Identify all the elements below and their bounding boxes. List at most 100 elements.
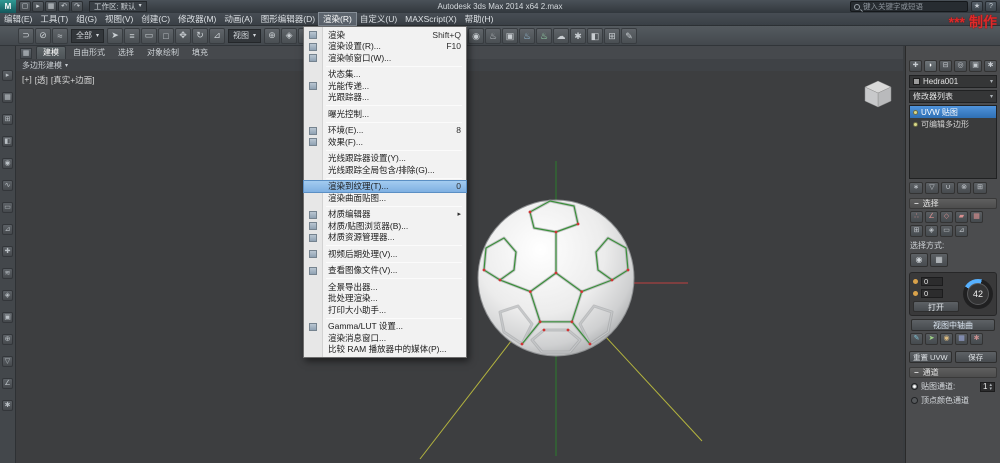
tab-display-icon[interactable]: ▣ [969, 60, 982, 72]
menubar-item-11[interactable]: 帮助(H) [461, 13, 498, 25]
modifier-stack-item-1[interactable]: 可编辑多边形 [910, 118, 996, 130]
app-logo-icon[interactable]: M [0, 0, 16, 13]
menubar-item-0[interactable]: 编辑(E) [0, 13, 36, 25]
paint-tool-icon-1[interactable]: ➤ [925, 333, 938, 345]
left-toolbar-icon-10[interactable]: ◈ [2, 290, 13, 301]
left-toolbar-icon-3[interactable]: ◧ [2, 136, 13, 147]
ref-coord-dropdown[interactable]: 视图 ▾ [228, 28, 262, 43]
paint-tool-icon-2[interactable]: ◉ [940, 333, 953, 345]
left-toolbar-icon-14[interactable]: ∠ [2, 378, 13, 389]
left-toolbar-icon-1[interactable]: ▦ [2, 92, 13, 103]
select-link-icon[interactable]: ⊃ [18, 27, 34, 44]
select-object-icon[interactable]: ➤ [107, 27, 124, 44]
left-toolbar-icon-13[interactable]: ▽ [2, 356, 13, 367]
ribbon-tab-1[interactable]: 自由形式 [67, 47, 111, 59]
menubar-item-8[interactable]: 渲染(R) [318, 12, 357, 26]
render-menu-item-27[interactable]: 全景导出器... [304, 281, 466, 293]
show-end-result-icon[interactable]: ▽ [925, 182, 939, 194]
render-menu-item-20[interactable]: 材质/贴图浏览器(B)... [304, 220, 466, 232]
left-toolbar-icon-9[interactable]: ≋ [2, 268, 13, 279]
use-pivot-icon[interactable]: ⊕ [264, 27, 281, 44]
search-box[interactable]: 键入关键字或短语 [850, 1, 968, 12]
render-menu-item-10[interactable]: 环境(E)... 8 [304, 125, 466, 137]
left-toolbar-icon-11[interactable]: ▣ [2, 312, 13, 323]
menubar-item-7[interactable]: 图形编辑器(D) [257, 13, 319, 25]
soccer-ball-object[interactable] [477, 199, 635, 357]
redo-icon[interactable]: ↷ [71, 1, 83, 12]
menubar-item-3[interactable]: 视图(V) [101, 13, 137, 25]
object-color-swatch[interactable] [913, 78, 920, 85]
undo-icon[interactable]: ↶ [58, 1, 70, 12]
ribbon-tab-4[interactable]: 填充 [186, 47, 214, 59]
script-listener-icon[interactable]: ✎ [621, 28, 637, 44]
lighting-analysis-icon[interactable]: ◧ [587, 28, 603, 44]
render-menu-item-14[interactable]: 光线跟踪全局包含/排除(G)... [304, 164, 466, 176]
render-menu-item-6[interactable]: 光跟踪器... [304, 92, 466, 104]
graphite-icon[interactable]: ▦ [20, 48, 32, 59]
reset-uvw-button[interactable]: 重置 UVW [909, 351, 952, 363]
menubar-item-9[interactable]: 自定义(U) [356, 13, 401, 25]
composite-icon[interactable]: ⊞ [604, 28, 620, 44]
rect-region-icon[interactable]: ▭ [141, 27, 158, 44]
remove-modifier-icon[interactable]: ⊗ [957, 182, 971, 194]
render-menu-item-1[interactable]: 渲染设置(R)... F10 [304, 41, 466, 53]
help-icon[interactable]: ? [985, 1, 997, 12]
render-menu-item-0[interactable]: 渲染 Shift+Q [304, 29, 466, 41]
render-menu-item-33[interactable]: 比较 RAM 播放器中的媒体(P)... [304, 344, 466, 356]
ribbon-tab-3[interactable]: 对象绘制 [141, 47, 185, 59]
render-menu-item-8[interactable]: 曝光控制... [304, 108, 466, 120]
workspace-dropdown[interactable]: 工作区: 默认 ▾ [89, 1, 147, 12]
menubar-item-2[interactable]: 组(G) [72, 13, 101, 25]
render-menu-item-23[interactable]: 视频后期处理(V)... [304, 248, 466, 260]
select-by-icon-0[interactable]: ◉ [910, 253, 928, 267]
subobject-icon-0[interactable]: ∴ [910, 211, 923, 223]
left-toolbar-icon-0[interactable]: ▸ [2, 70, 13, 81]
render-menu-item-29[interactable]: 打印大小助手... [304, 304, 466, 316]
subobject-icon-1[interactable]: ∠ [925, 211, 938, 223]
save-button[interactable]: 保存 [954, 351, 997, 363]
modifier-stack[interactable]: UVW 贴图 可编辑多边形 [909, 105, 997, 179]
new-file-icon[interactable]: ▢ [19, 1, 31, 12]
object-name-field[interactable]: Hedra001 ▾ [909, 75, 997, 88]
select-move-icon[interactable]: ✥ [175, 27, 192, 44]
select-rotate-icon[interactable]: ↻ [192, 27, 209, 44]
render-setup-icon[interactable]: ♨ [485, 28, 501, 44]
menubar-item-6[interactable]: 动画(A) [220, 13, 256, 25]
subobject-icon-b2[interactable]: ▭ [940, 225, 953, 237]
select-by-icon-1[interactable]: ▦ [930, 253, 948, 267]
open-gallery-icon[interactable]: ✱ [570, 28, 586, 44]
paint-tool-icon-0[interactable]: ✎ [910, 333, 923, 345]
polygon-modeling-panel-button[interactable]: 多边形建模 ▾ [22, 60, 68, 71]
render-menu-item-11[interactable]: 效果(F)... [304, 136, 466, 148]
render-menu-item-4[interactable]: 状态集... [304, 69, 466, 81]
render-menu-item-13[interactable]: 光线跟踪器设置(Y)... [304, 153, 466, 165]
window-crossing-icon[interactable]: □ [158, 27, 175, 44]
tab-motion-icon[interactable]: ◎ [954, 60, 967, 72]
rollout-selection-header[interactable]: − 选择 [909, 198, 997, 209]
open-file-icon[interactable]: ▸ [32, 1, 44, 12]
map-channel-spinner[interactable]: 1 ▴ ▾ [980, 381, 995, 392]
favorites-icon[interactable]: ★ [971, 1, 983, 12]
render-menu-item-31[interactable]: Gamma/LUT 设置... [304, 321, 466, 333]
select-manipulate-icon[interactable]: ◈ [281, 27, 298, 44]
paint-tool-icon-3[interactable]: ▦ [955, 333, 968, 345]
render-menu-item-25[interactable]: 查看图像文件(V)... [304, 265, 466, 277]
bind-spacewarp-icon[interactable]: ≈ [52, 27, 68, 44]
selection-filter-dropdown[interactable]: 全部 ▾ [71, 28, 105, 43]
tab-create-icon[interactable]: ✚ [909, 60, 922, 72]
unlink-icon[interactable]: ⊘ [35, 27, 51, 44]
spinner-arrows-icon[interactable]: ▴ ▾ [989, 382, 992, 391]
menubar-item-5[interactable]: 修改器(M) [174, 13, 220, 25]
subobject-icon-2[interactable]: ◇ [940, 211, 953, 223]
render-menu-item-2[interactable]: 渲染帧窗口(W)... [304, 52, 466, 64]
value-field-2[interactable]: 0 [921, 288, 943, 298]
tab-utilities-icon[interactable]: ✱ [984, 60, 997, 72]
configure-sets-icon[interactable]: ⊞ [973, 182, 987, 194]
left-toolbar-icon-12[interactable]: ⊕ [2, 334, 13, 345]
pin-stack-icon[interactable]: ∗ [909, 182, 923, 194]
view-align-button[interactable]: 视图中轴曲 [911, 319, 995, 331]
material-editor-icon[interactable]: ◉ [468, 28, 484, 44]
left-toolbar-icon-8[interactable]: ✚ [2, 246, 13, 257]
subobject-icon-b1[interactable]: ◈ [925, 225, 938, 237]
modifier-list-dropdown[interactable]: 修改器列表 ▾ [909, 90, 997, 103]
